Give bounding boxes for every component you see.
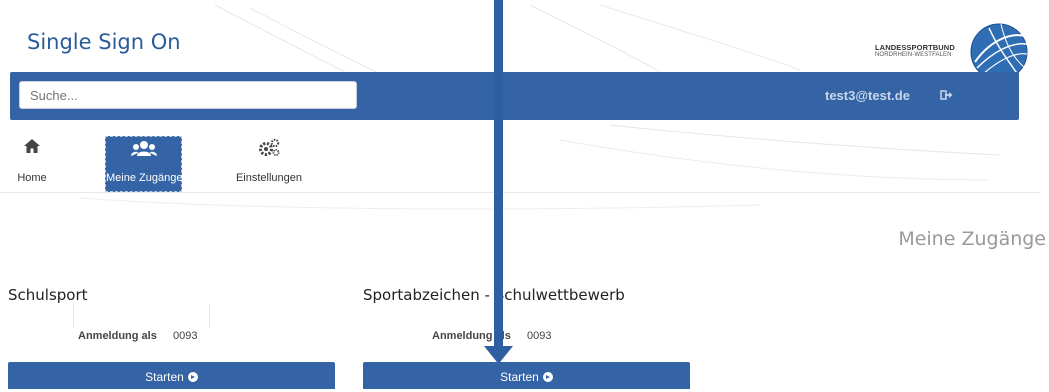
nav-item-meine-zugaenge[interactable]: Meine Zugänge: [105, 136, 182, 192]
home-icon: [24, 139, 40, 153]
start-button-sportabzeichen[interactable]: Starten: [363, 362, 690, 389]
login-value: 0093: [173, 330, 198, 342]
sign-out-icon[interactable]: [940, 88, 954, 102]
main-navigation: Home Meine Zugänge Einstellungen: [0, 136, 1040, 328]
search-input[interactable]: [19, 81, 357, 109]
nav-item-home-label: Home: [17, 172, 47, 184]
start-button-schulsport[interactable]: Starten: [8, 362, 335, 389]
start-button-label: Starten: [500, 370, 539, 384]
user-email-link[interactable]: test3@test.de: [825, 88, 910, 103]
gears-icon: [259, 138, 280, 156]
start-button-label: Starten: [145, 370, 184, 384]
nav-item-home[interactable]: Home: [8, 136, 56, 192]
header: Single Sign On LANDESSPORTBUND NORDRHEIN…: [0, 0, 1049, 81]
login-value: 0093: [527, 330, 552, 342]
card-title: Sportabzeichen - Schulwettbewerb: [363, 286, 625, 304]
nav-divider: [209, 304, 210, 328]
nav-item-meine-zugaenge-label: Meine Zugänge: [106, 172, 183, 184]
login-label: Anmeldung als: [432, 330, 511, 342]
users-icon: [130, 141, 157, 156]
page-heading: Meine Zugänge: [898, 228, 1046, 250]
site-title[interactable]: Single Sign On: [27, 30, 181, 54]
nav-item-einstellungen[interactable]: Einstellungen: [228, 136, 310, 192]
top-navigation-bar: test3@test.de: [10, 72, 1019, 120]
nav-divider-line: [0, 192, 1040, 193]
nav-item-einstellungen-label: Einstellungen: [235, 172, 303, 184]
login-label: Anmeldung als: [78, 330, 157, 342]
nav-divider: [73, 304, 74, 328]
chevron-circle-right-icon: [187, 372, 198, 382]
logo-line-1: LANDESSPORTBUND: [875, 43, 955, 52]
chevron-circle-right-icon: [542, 372, 553, 382]
card-title: Schulsport: [8, 286, 88, 304]
logo-line-2: NORDRHEIN-WESTFALEN: [875, 52, 952, 58]
